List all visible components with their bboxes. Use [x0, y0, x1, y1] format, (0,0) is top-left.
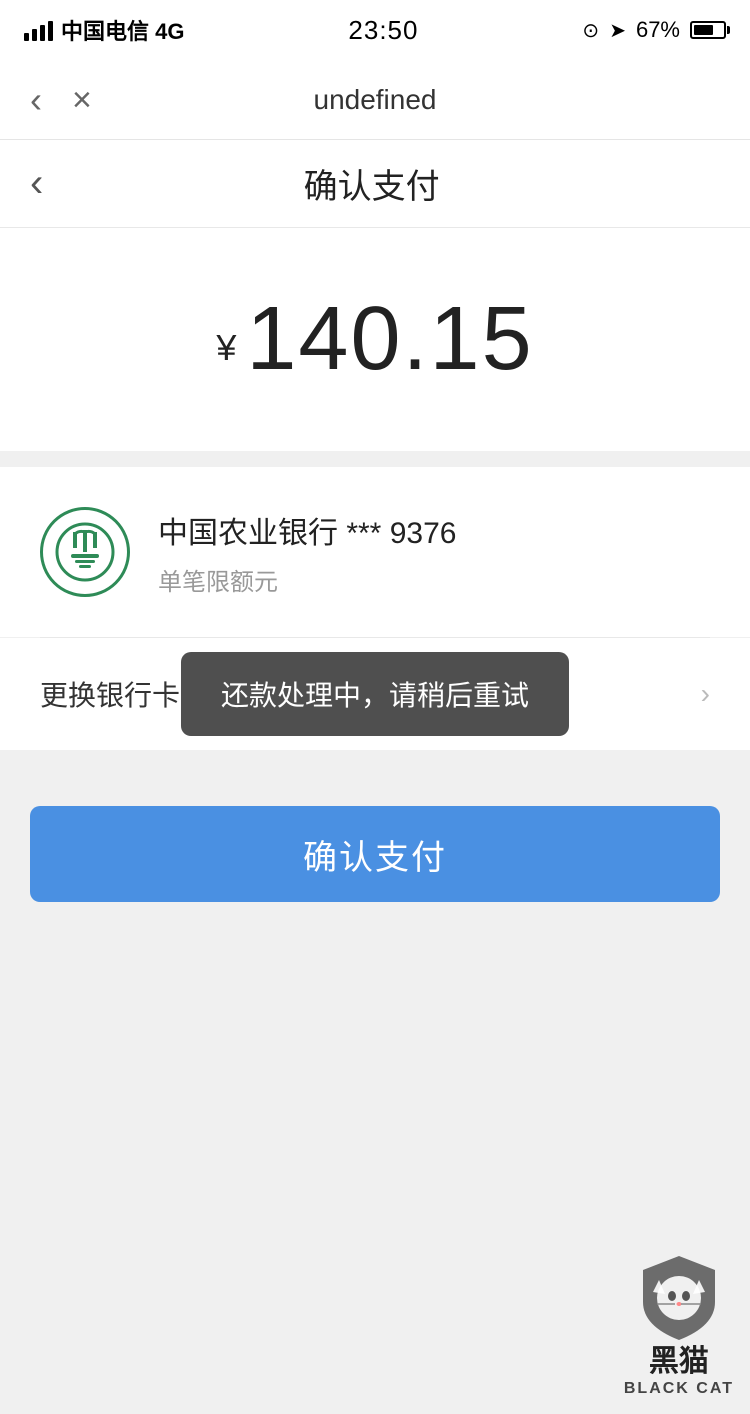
- black-cat-badge: 黑猫 BLACK CAT: [614, 1242, 750, 1414]
- nav-bar: ‹ × undefined: [0, 60, 750, 140]
- nav-close-button[interactable]: ×: [72, 83, 92, 117]
- lock-icon: ⊙: [582, 18, 599, 43]
- carrier-label: 中国电信 4G: [61, 14, 184, 46]
- status-bar: 中国电信 4G 23:50 ⊙ ➤ 67%: [0, 0, 750, 60]
- bank-name: 中国农业银行 *** 9376: [158, 508, 710, 552]
- location-icon: ➤: [609, 18, 626, 43]
- payment-amount: 140.15: [246, 288, 533, 391]
- nav-title: undefined: [313, 84, 436, 116]
- battery-percent: 67%: [636, 17, 680, 43]
- page-back-button[interactable]: ‹: [30, 161, 43, 206]
- abc-bank-icon: [55, 522, 115, 582]
- confirm-payment-button[interactable]: 确认支付: [30, 806, 720, 902]
- section-divider-2: [0, 750, 750, 766]
- bank-info: 中国农业银行 *** 9376 单笔限额元: [158, 508, 710, 597]
- time-label: 23:50: [348, 15, 418, 46]
- battery-icon: [690, 21, 726, 39]
- change-bank-label: 更换银行卡: [40, 674, 180, 714]
- row-arrow-icon: ›: [701, 678, 710, 710]
- cat-chinese-label: 黑猫: [649, 1336, 709, 1380]
- bank-logo: [40, 507, 130, 597]
- signal-icon: [24, 19, 53, 41]
- page-title: 确认支付: [63, 159, 680, 208]
- status-left: 中国电信 4G: [24, 14, 184, 46]
- bank-section: 中国农业银行 *** 9376 单笔限额元: [0, 467, 750, 637]
- confirm-section: 确认支付: [0, 766, 750, 942]
- toast-message: 还款处理中，请稍后重试: [181, 652, 569, 736]
- bank-limit: 单笔限额元: [158, 562, 710, 597]
- page-header: ‹ 确认支付: [0, 140, 750, 228]
- status-right: ⊙ ➤ 67%: [582, 17, 726, 43]
- amount-section: ¥ 140.15: [0, 228, 750, 451]
- nav-left[interactable]: ‹ ×: [30, 79, 92, 121]
- cat-shield-icon: [639, 1252, 719, 1332]
- bottom-spacer: 黑猫 BLACK CAT: [0, 942, 750, 1414]
- section-divider-1: [0, 451, 750, 467]
- black-cat-english-label: BLACK CAT: [624, 1380, 734, 1398]
- currency-symbol: ¥: [216, 327, 236, 381]
- nav-back-button[interactable]: ‹: [30, 79, 42, 121]
- change-bank-row[interactable]: 更换银行卡 › 还款处理中，请稍后重试: [0, 638, 750, 750]
